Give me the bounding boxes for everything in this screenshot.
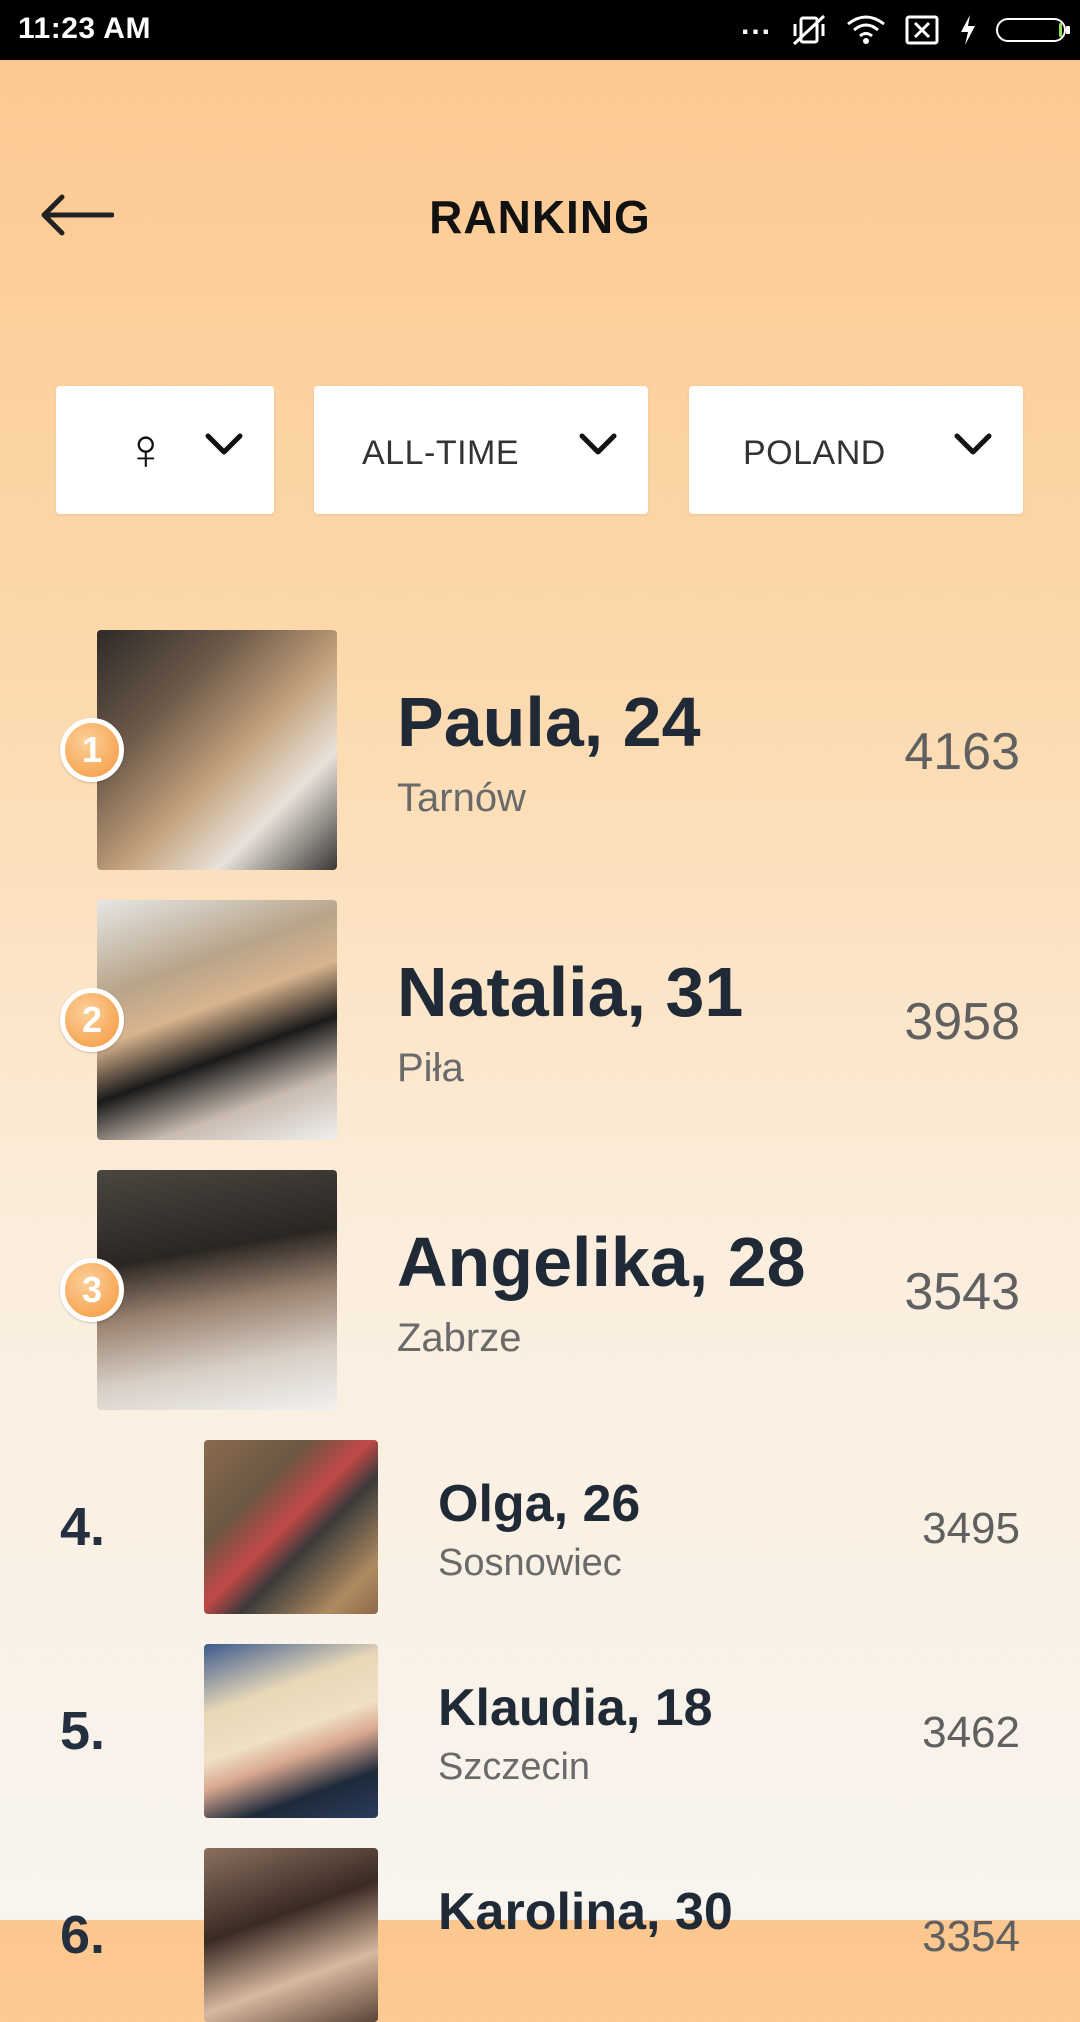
profile-city: Szczecin bbox=[438, 1746, 591, 1788]
chevron-down-icon bbox=[205, 433, 243, 455]
profile-score: 3958 bbox=[904, 993, 1020, 1051]
profile-score: 3543 bbox=[904, 1263, 1020, 1321]
status-icons: ... bbox=[741, 8, 1070, 50]
profile-name: Angelika, 28 bbox=[397, 1223, 806, 1301]
profile-photo[interactable] bbox=[97, 900, 337, 1140]
battery-icon bbox=[996, 10, 1070, 50]
rank-number: 4. bbox=[60, 1497, 106, 1557]
gender-filter-dropdown[interactable]: ♀ bbox=[56, 386, 274, 514]
ranking-row[interactable]: 6. Karolina, 30 3354 bbox=[0, 1848, 1080, 2022]
country-value: POLAND bbox=[743, 434, 886, 472]
profile-photo[interactable] bbox=[97, 1170, 337, 1410]
ranking-row[interactable]: 5. Klaudia, 18 Szczecin 3462 bbox=[0, 1644, 1080, 1818]
ranking-row[interactable]: 1 Paula, 24 Tarnów 4163 bbox=[0, 630, 1080, 870]
rank-medal: 3 bbox=[60, 1258, 124, 1322]
profile-city: Zabrze bbox=[397, 1316, 522, 1360]
ranking-row[interactable]: 2 Natalia, 31 Piła 3958 bbox=[0, 900, 1080, 1140]
profile-name: Klaudia, 18 bbox=[438, 1679, 713, 1737]
wifi-icon bbox=[846, 10, 886, 50]
rank-medal: 1 bbox=[60, 718, 124, 782]
country-dropdown[interactable]: POLAND bbox=[689, 386, 1023, 514]
chevron-down-icon bbox=[579, 433, 617, 455]
ranking-row[interactable]: 3 Angelika, 28 Zabrze 3543 bbox=[0, 1170, 1080, 1410]
ranking-row[interactable]: 4. Olga, 26 Sosnowiec 3495 bbox=[0, 1440, 1080, 1614]
profile-name: Paula, 24 bbox=[397, 683, 701, 761]
profile-photo[interactable] bbox=[204, 1848, 378, 2022]
rank-medal: 2 bbox=[60, 988, 124, 1052]
rank-number: 6. bbox=[60, 1905, 106, 1965]
profile-name: Karolina, 30 bbox=[438, 1883, 733, 1941]
rank-number: 5. bbox=[60, 1701, 106, 1761]
female-icon: ♀ bbox=[124, 417, 168, 482]
status-time: 11:23 AM bbox=[18, 12, 151, 45]
time-period-dropdown[interactable]: ALL-TIME bbox=[314, 386, 648, 514]
more-notifications-icon: ... bbox=[740, 8, 772, 41]
page-title: RANKING bbox=[429, 191, 651, 243]
profile-score: 3495 bbox=[922, 1504, 1020, 1553]
charging-icon bbox=[958, 10, 978, 50]
profile-score: 4163 bbox=[904, 723, 1020, 781]
no-sim-icon bbox=[904, 10, 940, 50]
profile-city: Tarnów bbox=[397, 776, 526, 820]
profile-city: Piła bbox=[397, 1046, 464, 1090]
profile-photo[interactable] bbox=[97, 630, 337, 870]
status-bar: 11:23 AM ... bbox=[0, 0, 1080, 60]
profile-city: Sosnowiec bbox=[438, 1542, 622, 1584]
profile-photo[interactable] bbox=[204, 1440, 378, 1614]
profile-score: 3462 bbox=[922, 1708, 1020, 1757]
chevron-down-icon bbox=[954, 433, 992, 455]
vibrate-off-icon bbox=[790, 10, 828, 50]
profile-name: Olga, 26 bbox=[438, 1475, 641, 1533]
profile-photo[interactable] bbox=[204, 1644, 378, 1818]
profile-name: Natalia, 31 bbox=[397, 953, 744, 1031]
time-period-value: ALL-TIME bbox=[362, 434, 520, 472]
